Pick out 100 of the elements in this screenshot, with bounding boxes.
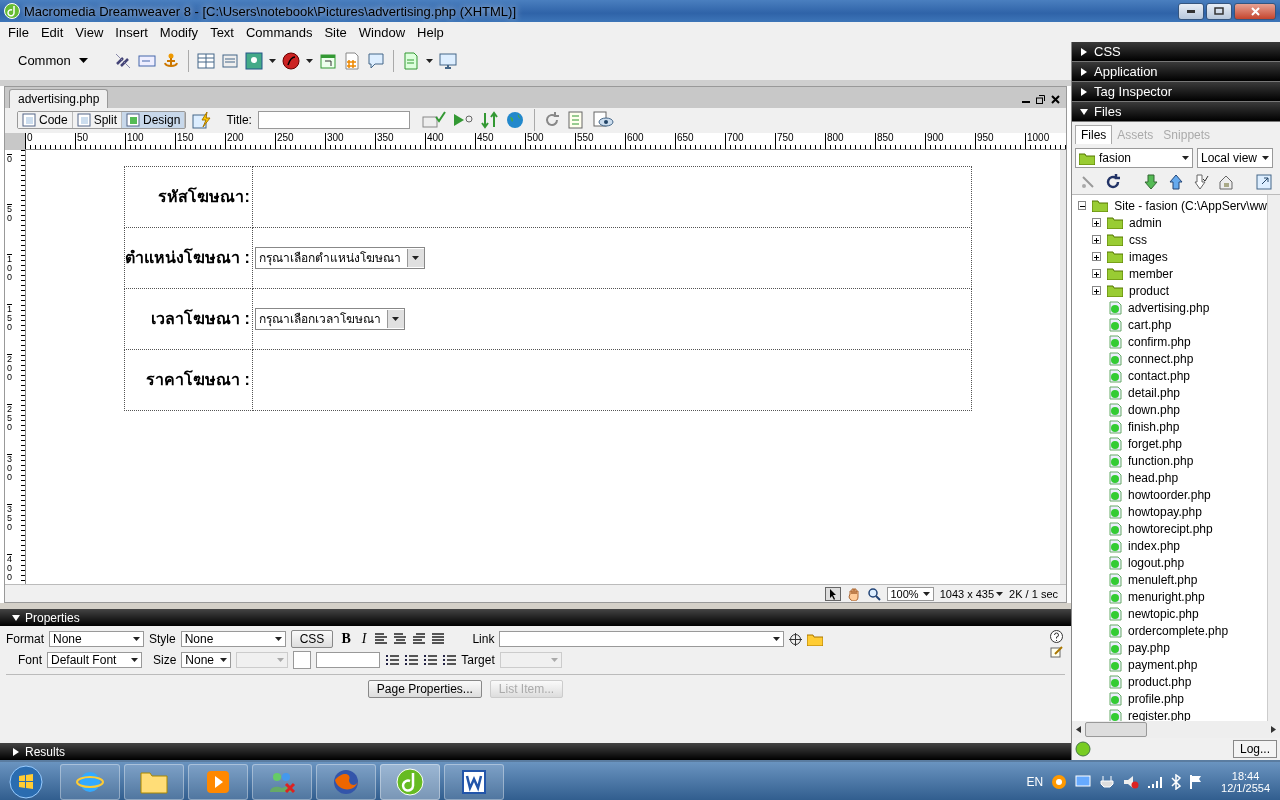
speech-bubble-icon[interactable] <box>367 51 385 70</box>
tree-item[interactable]: head.php <box>1128 470 1179 485</box>
caret-icon[interactable] <box>274 637 282 642</box>
magnifier-icon[interactable] <box>866 587 881 601</box>
view-mode-button[interactable]: Code <box>18 112 73 129</box>
tree-item[interactable]: connect.php <box>1128 351 1194 366</box>
caret-icon[interactable] <box>269 58 276 63</box>
bluetooth-icon[interactable] <box>1171 774 1182 790</box>
caret-icon[interactable] <box>922 592 930 596</box>
site-dropdown[interactable]: fasion <box>1075 148 1193 168</box>
panel-header[interactable]: Tag Inspector <box>1072 82 1280 102</box>
expand-toggle[interactable] <box>1092 286 1101 295</box>
numbered-list-icon[interactable] <box>404 654 419 667</box>
bullet-list-icon[interactable] <box>385 654 400 667</box>
check-out-icon[interactable] <box>1193 174 1209 190</box>
tree-item[interactable]: detail.php <box>1128 385 1181 400</box>
caret-icon[interactable] <box>78 58 88 64</box>
scrollbar-track[interactable] <box>1060 149 1066 585</box>
results-header[interactable]: Results <box>0 743 1071 760</box>
tree-item[interactable]: howtoorder.php <box>1128 487 1211 502</box>
tree-item[interactable]: ordercomplete.php <box>1128 623 1229 638</box>
bold-button[interactable]: B <box>338 631 354 648</box>
tree-item[interactable]: cart.php <box>1128 317 1172 332</box>
tree-item[interactable]: menuleft.php <box>1128 572 1198 587</box>
tree-item[interactable]: logout.php <box>1128 555 1185 570</box>
expand-icon[interactable] <box>1256 174 1272 190</box>
tree-item[interactable]: down.php <box>1128 402 1181 417</box>
category-dropdown[interactable]: Common <box>18 53 108 69</box>
panel-tab[interactable]: Files <box>1075 125 1113 144</box>
menu-item[interactable]: Edit <box>34 24 70 40</box>
scroll-right-icon[interactable] <box>1271 726 1276 733</box>
triangle-right-icon[interactable] <box>1080 67 1088 76</box>
signal-bars-icon[interactable] <box>1147 774 1164 790</box>
caret-icon[interactable] <box>220 658 228 663</box>
expand-toggle[interactable] <box>1092 252 1101 261</box>
validate-icon[interactable] <box>421 111 446 130</box>
lightning-icon[interactable] <box>192 111 213 130</box>
style-dropdown[interactable]: None <box>180 631 286 648</box>
zoom-dropdown[interactable]: 100% <box>886 587 934 601</box>
people-taskbar-button[interactable] <box>252 764 312 800</box>
crosshair-icon[interactable] <box>789 632 803 646</box>
view-mode-button[interactable]: Design <box>122 112 186 129</box>
panel-header[interactable]: CSS <box>1072 42 1280 62</box>
maximize-icon[interactable] <box>1214 7 1224 15</box>
align-right-icon[interactable] <box>412 633 427 646</box>
collapse-toggle[interactable] <box>1078 201 1087 210</box>
font-dropdown[interactable]: Default Font <box>47 652 142 669</box>
italic-button[interactable]: I <box>358 631 370 648</box>
menu-item[interactable]: File <box>2 24 35 40</box>
format-dropdown[interactable]: None <box>49 631 144 648</box>
fox-globe-taskbar-button[interactable] <box>316 764 376 800</box>
panel-header[interactable]: Files <box>1072 102 1280 122</box>
caret-icon[interactable] <box>1182 156 1189 160</box>
tree-item[interactable]: index.php <box>1128 538 1181 553</box>
up-arrow-icon[interactable] <box>1168 174 1184 190</box>
panel-header[interactable]: Application <box>1072 62 1280 82</box>
clock-time[interactable]: 18:44 <box>1231 770 1260 782</box>
caret-icon[interactable] <box>131 658 138 663</box>
tree-item[interactable]: images <box>1129 249 1168 264</box>
tree-item[interactable]: css <box>1129 232 1147 247</box>
view-dropdown[interactable]: Local view <box>1197 148 1273 168</box>
window-size-menu[interactable]: 1043 x 435 <box>939 588 1004 600</box>
pointer-icon[interactable] <box>824 587 841 601</box>
refresh-icon[interactable] <box>1105 174 1121 190</box>
triangle-right-icon[interactable] <box>12 747 20 756</box>
tree-item[interactable]: product.php <box>1128 674 1192 689</box>
caret-icon[interactable] <box>306 58 313 63</box>
edit-icon[interactable] <box>1050 645 1063 659</box>
tree-item[interactable]: profile.php <box>1128 691 1185 706</box>
tree-item[interactable]: newtopic.php <box>1128 606 1199 621</box>
eye-icon[interactable] <box>592 111 615 130</box>
menu-item[interactable]: Site <box>318 24 353 40</box>
scrollbar-thumb[interactable] <box>1085 722 1147 737</box>
tree-item[interactable]: forget.php <box>1128 436 1183 451</box>
player-taskbar-button[interactable] <box>188 764 248 800</box>
triangle-right-icon[interactable] <box>1080 47 1088 56</box>
table-icon[interactable] <box>197 51 215 70</box>
minimize-button[interactable] <box>1178 2 1204 20</box>
calendar-icon[interactable] <box>319 51 337 70</box>
dropdown[interactable]: กรุณาเลือกตำแหน่งโฆษณา <box>254 246 425 269</box>
minimize-icon[interactable] <box>1187 9 1195 13</box>
align-center-icon[interactable] <box>393 633 408 646</box>
expand-toggle[interactable] <box>1092 218 1101 227</box>
properties-header[interactable]: Properties <box>0 609 1071 627</box>
caret-icon[interactable] <box>773 637 781 642</box>
color-swatch[interactable] <box>293 651 312 670</box>
menu-item[interactable]: Text <box>204 24 240 40</box>
close-button[interactable] <box>1234 2 1276 20</box>
color-field[interactable] <box>316 652 381 669</box>
triangle-right-icon[interactable] <box>1080 87 1088 96</box>
scrollbar-track[interactable] <box>1267 195 1280 721</box>
menu-item[interactable]: Help <box>411 24 450 40</box>
picture-icon[interactable] <box>245 51 263 70</box>
menu-item[interactable]: Insert <box>109 24 154 40</box>
menu-item[interactable]: Commands <box>239 24 319 40</box>
caret-icon[interactable] <box>133 637 140 642</box>
speaker-muted-icon[interactable] <box>1123 774 1140 790</box>
close-icon[interactable] <box>1051 94 1060 104</box>
align-left-icon[interactable] <box>374 633 389 646</box>
link-field[interactable] <box>499 631 785 648</box>
